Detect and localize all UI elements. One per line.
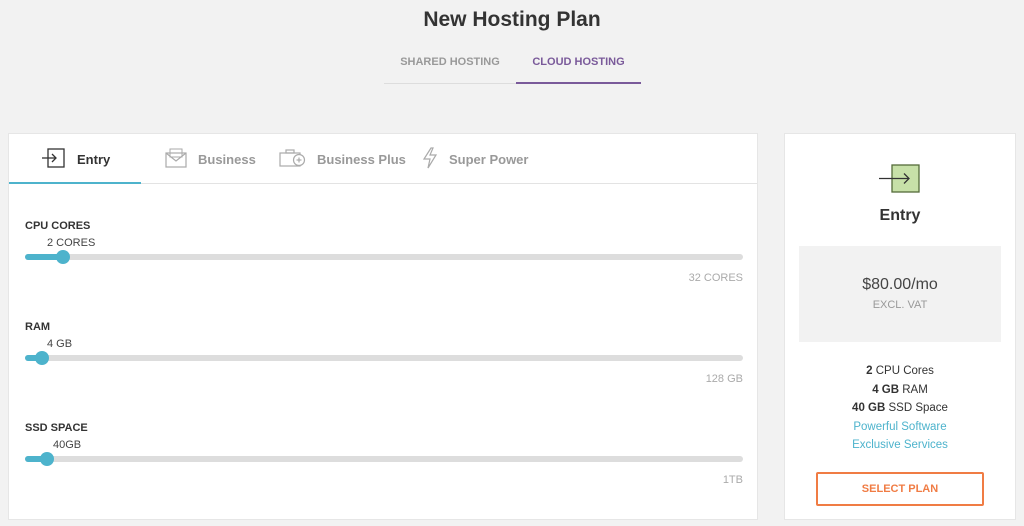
tab-cloud-hosting[interactable]: CLOUD HOSTING xyxy=(516,46,641,84)
tab-shared-hosting[interactable]: SHARED HOSTING xyxy=(384,46,516,84)
feature-cpu: 2 CPU Cores xyxy=(866,365,934,377)
ssd-max: 1TB xyxy=(722,474,743,486)
envelope-icon xyxy=(164,148,188,171)
tab-super-power[interactable]: Super Power xyxy=(421,134,528,184)
ssd-slider[interactable] xyxy=(25,452,743,466)
price: $80.00/mo xyxy=(862,276,938,293)
price-box: $80.00/mo EXCL. VAT xyxy=(799,246,1001,342)
ssd-label: SSD SPACE xyxy=(25,422,88,434)
tab-business-plus-label: Business Plus xyxy=(317,151,406,167)
page-title: New Hosting Plan xyxy=(423,8,601,31)
cpu-max: 32 CORES xyxy=(688,272,743,284)
powerful-software-link[interactable]: Powerful Software xyxy=(785,418,1015,437)
tab-business-plus[interactable]: Business Plus xyxy=(279,134,406,184)
plan-summary: Entry $80.00/mo EXCL. VAT 2 CPU Cores 4 … xyxy=(784,133,1016,520)
feature-ssd: 40 GB SSD Space xyxy=(852,402,948,415)
feature-list: 2 CPU Cores 4 GB RAM 40 GB SSD Space Pow… xyxy=(785,362,1015,455)
ram-label: RAM xyxy=(25,321,51,333)
tab-super-power-label: Super Power xyxy=(449,151,529,167)
ram-max: 128 GB xyxy=(705,373,743,385)
cpu-slider-handle[interactable] xyxy=(56,250,70,264)
cpu-slider[interactable] xyxy=(25,250,743,264)
ram-slider[interactable] xyxy=(25,351,743,365)
hosting-type-tabs: SHARED HOSTING CLOUD HOSTING xyxy=(384,46,641,84)
ssd-value: 40GB xyxy=(53,439,82,451)
select-plan-button[interactable]: SELECT PLAN xyxy=(816,472,984,506)
cpu-value: 2 CORES xyxy=(47,237,96,249)
ssd-slider-handle[interactable] xyxy=(40,452,54,466)
summary-plan-name: Entry xyxy=(879,207,921,224)
tab-business-label: Business xyxy=(198,151,256,167)
tab-entry[interactable]: Entry xyxy=(41,134,110,184)
vat-note: EXCL. VAT xyxy=(872,299,928,311)
ram-value: 4 GB xyxy=(47,338,73,350)
enter-icon xyxy=(878,164,922,199)
enter-icon xyxy=(41,147,67,171)
active-tab-indicator xyxy=(9,182,141,184)
plan-configurator: Entry Business Business Plus Super Power… xyxy=(8,133,758,520)
briefcase-plus-icon xyxy=(279,148,307,171)
exclusive-services-link[interactable]: Exclusive Services xyxy=(785,436,1015,455)
plan-tabs: Entry Business Business Plus Super Power xyxy=(9,134,757,184)
tab-entry-label: Entry xyxy=(77,151,111,167)
cpu-label: CPU CORES xyxy=(25,220,91,232)
lightning-icon xyxy=(421,146,439,172)
tab-business[interactable]: Business xyxy=(164,134,256,184)
feature-ram: 4 GB RAM xyxy=(872,383,928,396)
ram-slider-handle[interactable] xyxy=(35,351,49,365)
